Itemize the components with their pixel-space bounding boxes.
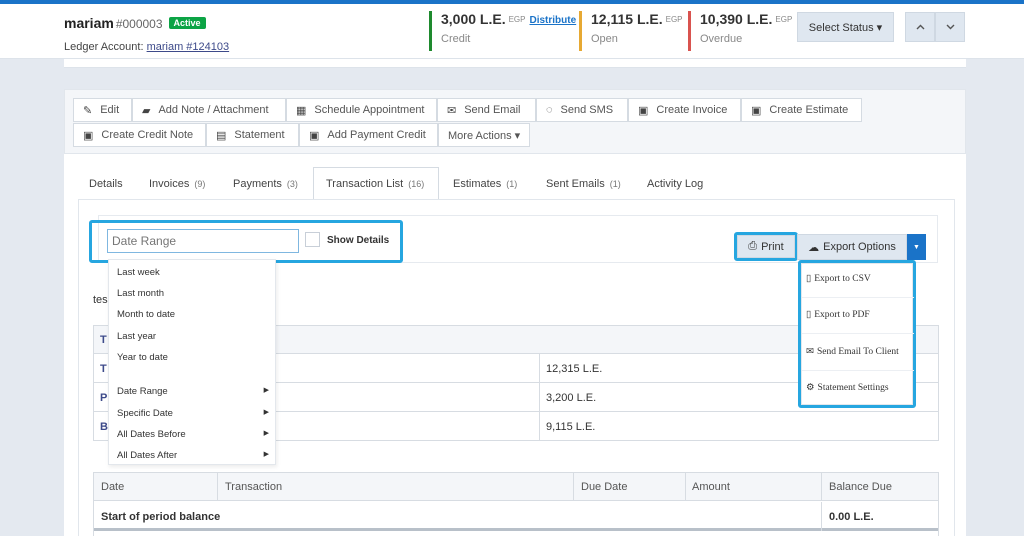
ledger-account: Ledger Account: mariam #124103: [64, 41, 230, 53]
cloud-download-icon: ☁: [808, 241, 820, 254]
tab-invoices[interactable]: Invoices (9): [137, 167, 217, 200]
money-icon: ▣: [309, 129, 320, 142]
show-details-label: Show Details: [327, 235, 390, 246]
show-details-checkbox[interactable]: [305, 232, 320, 247]
export-menu: ▯ Export to CSV ▯ Export to PDF ✉ Send Emai…: [801, 263, 914, 405]
tab-payments[interactable]: Payments (3): [221, 167, 310, 200]
menu-item-year-to-date[interactable]: Year to date: [117, 352, 269, 363]
distribute-link[interactable]: Distribute: [530, 15, 577, 26]
print-button[interactable]: ⎙ Print: [737, 235, 795, 258]
menu-item-all-dates-before[interactable]: All Dates Before ▶: [117, 429, 269, 440]
date-range-dropdown: Last week Last month Month to date Last …: [108, 259, 276, 465]
export-csv-item[interactable]: ▯ Export to CSV: [806, 273, 910, 284]
tab-transaction-list[interactable]: Transaction List (16): [313, 167, 439, 200]
caret-right-icon: ▶: [263, 409, 269, 416]
create-credit-note-button[interactable]: ▣ Create Credit Note: [73, 123, 206, 147]
customer-header: mariam #000003 Active Ledger Account: mari…: [0, 4, 1024, 59]
book-icon: ▰: [142, 104, 151, 117]
table-row: Start of period balance 0.00 L.E.: [94, 502, 938, 531]
customer-name: mariam #000003 Active: [64, 15, 206, 31]
add-payment-credit-button[interactable]: ▣ Add Payment Credit: [299, 123, 438, 147]
envelope-icon: ✉: [447, 104, 457, 117]
menu-item-month-to-date[interactable]: Month to date: [117, 309, 269, 320]
schedule-appointment-button[interactable]: ▦ Schedule Appointment: [286, 98, 437, 122]
tab-estimates[interactable]: Estimates (1): [441, 167, 529, 200]
export-pdf-item[interactable]: ▯ Export to PDF: [806, 309, 910, 320]
caret-right-icon: ▶: [263, 387, 269, 394]
menu-item-specific-date[interactable]: Specific Date ▶: [117, 408, 269, 419]
send-sms-button[interactable]: ◌ Send SMS: [536, 98, 628, 122]
menu-item-last-month[interactable]: Last month: [117, 288, 269, 299]
header-strip: [64, 59, 966, 68]
calculator-icon: ▤: [216, 129, 227, 142]
stat-open: 12,115 L.E. EGP Open: [579, 11, 683, 51]
transactions-header: Date Transaction Due Date Amount Balance…: [94, 473, 938, 501]
caret-right-icon: ▶: [263, 430, 269, 437]
money-icon: ▣: [638, 104, 649, 117]
export-options-button[interactable]: ☁ Export Options: [797, 234, 907, 260]
stat-overdue: 10,390 L.E. EGP Overdue: [688, 11, 792, 51]
summary-caption: tes: [93, 294, 108, 306]
pencil-icon: ✎: [83, 104, 93, 117]
edit-button[interactable]: ✎ Edit: [73, 98, 132, 122]
envelope-icon: ✉: [806, 347, 814, 357]
create-estimate-button[interactable]: ▣ Create Estimate: [741, 98, 862, 122]
date-range-input[interactable]: [107, 229, 299, 253]
gear-icon: ⚙: [806, 383, 815, 393]
create-invoice-button[interactable]: ▣ Create Invoice: [628, 98, 741, 122]
customer-number: #000003: [115, 17, 163, 31]
menu-item-all-dates-after[interactable]: All Dates After ▶: [117, 450, 269, 461]
send-email-client-item[interactable]: ✉ Send Email To Client: [806, 346, 910, 357]
stat-credit: 3,000 L.E. EGP Distribute Credit: [429, 11, 576, 51]
tab-activity-log[interactable]: Activity Log: [635, 167, 715, 200]
pdf-file-icon: ▯: [806, 310, 812, 320]
money-icon: ▣: [751, 104, 762, 117]
ledger-account-link[interactable]: mariam #124103: [147, 41, 230, 53]
money-icon: ▣: [83, 129, 94, 142]
chevron-up-icon[interactable]: [905, 12, 935, 42]
statement-button[interactable]: ▤ Statement: [206, 123, 299, 147]
chevron-down-icon[interactable]: [935, 12, 965, 42]
menu-item-last-year[interactable]: Last year: [117, 331, 269, 342]
send-email-button[interactable]: ✉ Send Email: [437, 98, 536, 122]
select-status-button[interactable]: Select Status ▾: [797, 12, 894, 42]
tab-details[interactable]: Details: [77, 167, 135, 200]
caret-right-icon: ▶: [263, 451, 269, 458]
export-caret-button[interactable]: ▼: [907, 234, 926, 260]
csv-file-icon: ▯: [806, 274, 812, 284]
add-note-button[interactable]: ▰ Add Note / Attachment: [132, 98, 286, 122]
status-badge: Active: [168, 17, 206, 29]
calendar-icon: ▦: [296, 104, 307, 117]
more-actions-button[interactable]: More Actions ▾: [438, 123, 530, 147]
statement-settings-item[interactable]: ⚙ Statement Settings: [806, 382, 910, 393]
transactions-table: Date Transaction Due Date Amount Balance…: [93, 472, 939, 536]
printer-icon: ⎙: [748, 240, 758, 252]
tab-sent-emails[interactable]: Sent Emails (1): [534, 167, 633, 200]
menu-item-date-range[interactable]: Date Range ▶: [117, 386, 269, 397]
chat-icon: ◌: [546, 104, 553, 116]
menu-item-last-week[interactable]: Last week: [117, 267, 269, 278]
